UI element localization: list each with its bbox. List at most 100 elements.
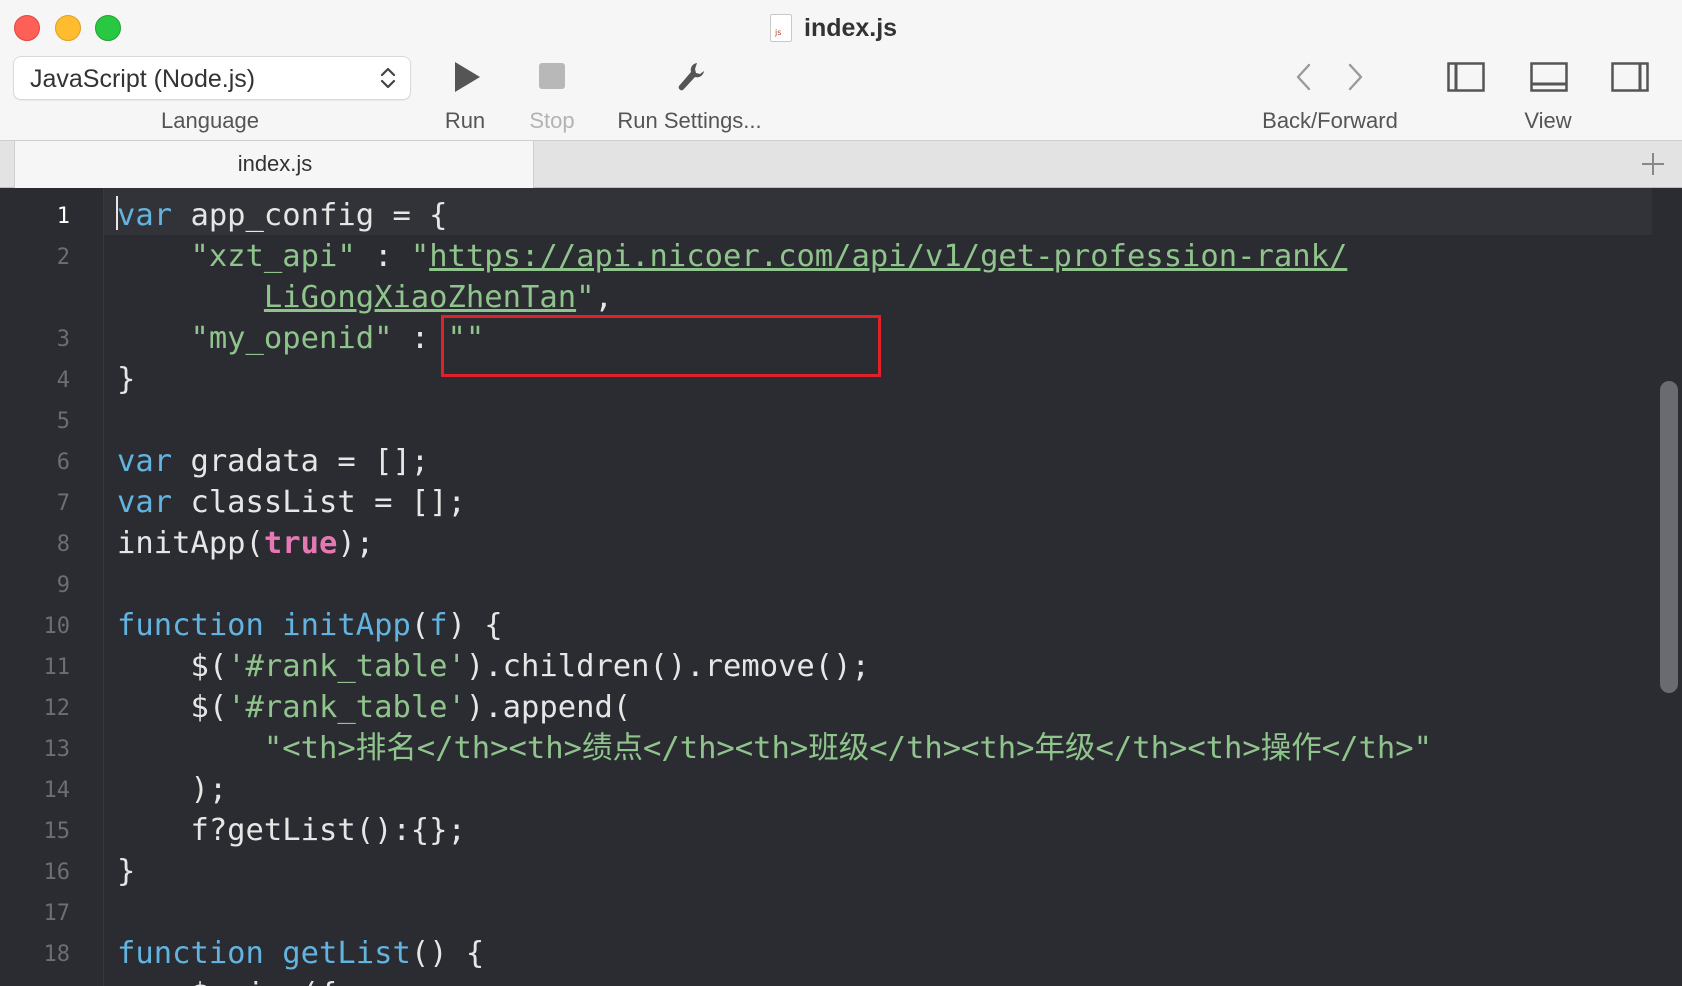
file-type-text: js [775, 28, 782, 37]
line-number: 14 [43, 778, 71, 803]
window-title: index.js [804, 13, 898, 42]
code-editor[interactable]: 1 2 3 4 5 6 7 8 9 10 11 12 13 14 15 16 17 18 var app_conf… [0, 188, 1682, 986]
back-chevron-icon[interactable] [1294, 62, 1314, 92]
close-window-button[interactable] [14, 15, 40, 41]
line-number: 1 [56, 204, 70, 229]
code-token: function [117, 608, 264, 643]
code-token: initApp [282, 608, 411, 643]
line-number: 13 [43, 737, 71, 762]
back-forward-label: Back/Forward [1262, 108, 1398, 133]
code-token: : [392, 321, 448, 356]
view-label: View [1524, 108, 1572, 133]
code-line[interactable]: $.ajax({ [117, 975, 337, 986]
code-token: var [117, 198, 173, 233]
code-line[interactable]: var app_config = { [117, 196, 448, 236]
code-token: function [117, 936, 264, 971]
code-token: "<th>排名</th><th>绩点</th><th>班级</th><th>年级… [263, 731, 1432, 766]
code-line[interactable]: $('#rank_table').append( [117, 688, 631, 728]
code-line[interactable]: } [117, 852, 135, 892]
code-token: : [355, 239, 411, 274]
code-token: () { [410, 936, 485, 971]
run-button-label[interactable]: Run [430, 108, 500, 134]
code-token: " [410, 239, 430, 274]
right-sidebar-toggle-icon[interactable] [1611, 62, 1649, 92]
code-token: f [429, 608, 448, 643]
line-number: 5 [56, 409, 70, 434]
code-line[interactable]: } [117, 360, 135, 400]
language-select-value: JavaScript (Node.js) [30, 65, 256, 93]
highlight-annotation-box [441, 315, 881, 377]
code-token: ( [410, 608, 430, 643]
play-icon[interactable] [452, 60, 482, 94]
code-token: ); [337, 526, 375, 561]
code-line[interactable]: function initApp(f) { [117, 606, 503, 646]
line-number: 9 [56, 573, 70, 598]
code-token: var [117, 444, 173, 479]
line-number: 2 [56, 245, 70, 270]
line-number: 17 [43, 901, 71, 926]
code-line[interactable]: var classList = []; [117, 483, 466, 523]
code-token: "xzt_api" [190, 239, 356, 274]
code-line[interactable]: "<th>排名</th><th>绩点</th><th>班级</th><th>年级… [117, 729, 1432, 769]
text-caret [116, 196, 118, 230]
code-line[interactable]: var gradata = []; [117, 442, 429, 482]
code-line[interactable]: initApp(true); [117, 524, 374, 564]
forward-chevron-icon[interactable] [1345, 62, 1365, 92]
code-line[interactable]: "xzt_api" : "https://api.nicoer.com/api/… [117, 237, 1347, 277]
code-token: $( [117, 649, 228, 684]
minimize-window-button[interactable] [55, 15, 81, 41]
toolbar: js index.js JavaScript (Node.js) Languag… [0, 0, 1682, 141]
chevron-up-down-icon [380, 67, 396, 89]
language-label: Language [161, 108, 259, 133]
code-token: " [576, 280, 595, 315]
code-token: true [263, 526, 338, 561]
code-token: } [117, 854, 136, 889]
code-line[interactable]: "my_openid" : "" [117, 319, 484, 359]
stop-icon[interactable] [538, 62, 566, 90]
plus-icon[interactable] [1638, 149, 1668, 179]
line-number: 8 [56, 532, 70, 557]
code-token: } [117, 362, 136, 397]
line-number: 10 [43, 614, 71, 639]
code-token: '#rank_table' [227, 690, 466, 725]
code-token: ).children().remove(); [465, 649, 870, 684]
code-token: '#rank_table' [227, 649, 466, 684]
code-token: ).append( [465, 690, 632, 725]
code-token: , [594, 280, 613, 315]
left-sidebar-toggle-icon[interactable] [1447, 62, 1485, 92]
zoom-window-button[interactable] [95, 15, 121, 41]
line-number: 3 [56, 327, 70, 352]
code-token: var [117, 485, 173, 520]
language-select[interactable]: JavaScript (Node.js) [13, 56, 411, 100]
code-token: gradata = []; [172, 444, 430, 479]
tab-bar: index.js [0, 140, 1682, 188]
code-line[interactable]: function getList() { [117, 934, 484, 974]
stop-button-label[interactable]: Stop [517, 108, 587, 134]
line-number: 16 [43, 860, 71, 885]
code-line[interactable]: $('#rank_table').children().remove(); [117, 647, 870, 687]
tab-index-js[interactable]: index.js [14, 141, 534, 188]
code-line[interactable]: LiGongXiaoZhenTan", [117, 278, 613, 318]
line-number-gutter: 1 2 3 4 5 6 7 8 9 10 11 12 13 14 15 16 17 18 [0, 188, 104, 986]
vertical-scrollbar[interactable] [1660, 381, 1678, 693]
bottom-panel-toggle-icon[interactable] [1530, 62, 1568, 92]
code-token: "my_openid" [190, 321, 393, 356]
code-token: f?getList():{}; [117, 813, 466, 848]
code-token: $( [117, 690, 228, 725]
line-number: 7 [56, 491, 70, 516]
code-token: ); [117, 772, 228, 807]
code-token: initApp( [117, 526, 264, 561]
code-line[interactable]: ); [117, 770, 227, 810]
line-number: 6 [56, 450, 70, 475]
line-number: 12 [43, 696, 71, 721]
js-file-icon: js [770, 14, 792, 42]
code-line[interactable]: f?getList():{}; [117, 811, 466, 851]
wrench-icon[interactable] [675, 60, 705, 94]
run-settings-button-label[interactable]: Run Settings... [602, 108, 777, 134]
